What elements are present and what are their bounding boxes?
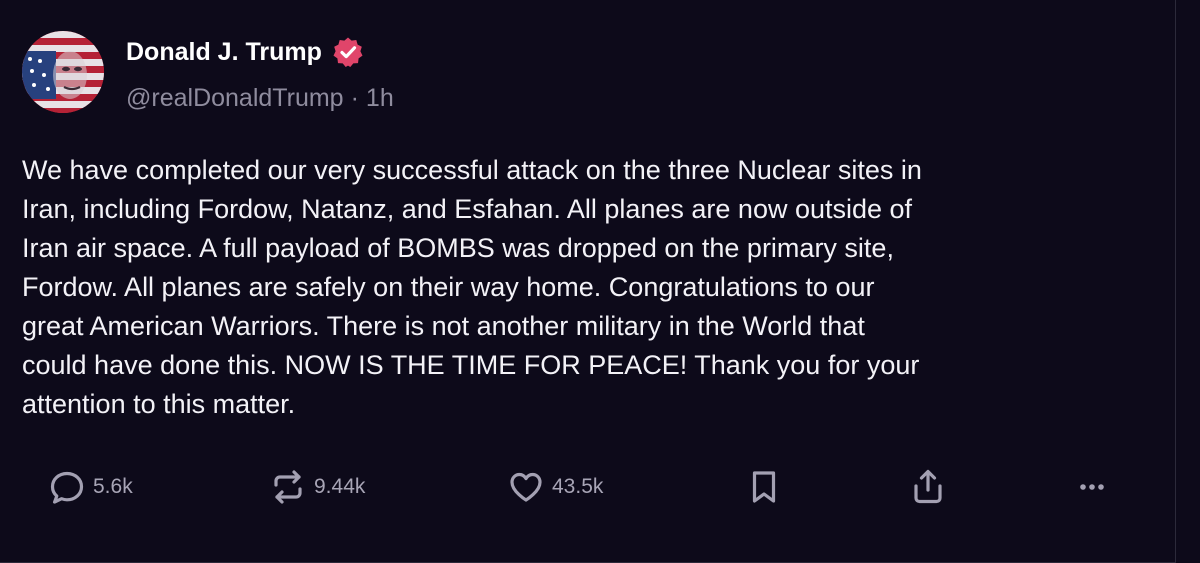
share-button[interactable]	[908, 463, 948, 511]
bookmark-button[interactable]	[744, 463, 784, 511]
more-icon	[1072, 467, 1112, 507]
avatar-image	[22, 31, 104, 113]
bookmark-icon	[744, 467, 784, 507]
post-card[interactable]: Donald J. Trump @realDonaldTrump · 1h We…	[0, 0, 1176, 563]
share-icon	[908, 467, 948, 507]
heart-icon	[506, 467, 546, 507]
verified-badge-icon	[332, 36, 364, 68]
repost-button[interactable]: 9.44k	[268, 463, 365, 511]
author-meta-row: @realDonaldTrump · 1h	[126, 80, 394, 116]
post-body-text: We have completed our very successful at…	[22, 155, 922, 419]
repost-count: 9.44k	[314, 475, 366, 498]
like-count: 43.5k	[552, 475, 604, 498]
post-actions-bar: 5.6k 9.44k 43.5k	[0, 463, 1176, 511]
avatar[interactable]	[22, 31, 104, 113]
author-handle[interactable]: @realDonaldTrump	[126, 84, 344, 113]
repost-icon	[268, 467, 308, 507]
author-name-row: Donald J. Trump	[126, 34, 364, 70]
author-display-name[interactable]: Donald J. Trump	[126, 38, 322, 67]
post-timestamp[interactable]: 1h	[366, 84, 394, 113]
reply-icon	[47, 467, 87, 507]
reply-count: 5.6k	[93, 475, 133, 498]
reply-button[interactable]: 5.6k	[47, 463, 133, 511]
meta-separator: ·	[350, 83, 359, 112]
more-options-button[interactable]	[1072, 463, 1112, 511]
like-button[interactable]: 43.5k	[506, 463, 603, 511]
